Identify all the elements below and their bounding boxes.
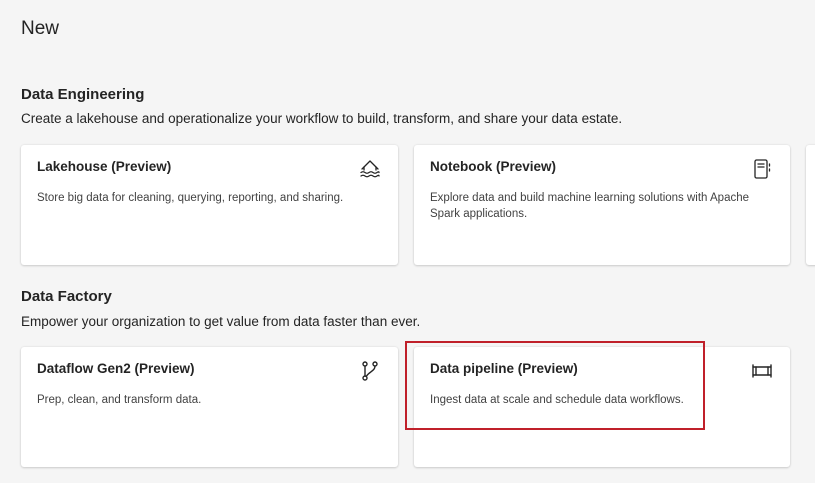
section-title-data-engineering: Data Engineering bbox=[21, 86, 145, 103]
lakehouse-card[interactable]: Lakehouse (Preview) Store big data for c… bbox=[21, 145, 398, 265]
partial-card[interactable] bbox=[806, 145, 815, 265]
notebook-icon bbox=[750, 157, 774, 181]
card-description: Prep, clean, and transform data. bbox=[37, 394, 202, 406]
card-description: Explore data and build machine learning … bbox=[430, 192, 750, 220]
section-title-data-factory: Data Factory bbox=[21, 288, 112, 305]
section-description-data-engineering: Create a lakehouse and operationalize yo… bbox=[21, 111, 623, 126]
card-title: Lakehouse (Preview) bbox=[37, 159, 172, 174]
page-title: New bbox=[21, 18, 60, 39]
card-title: Dataflow Gen2 (Preview) bbox=[37, 361, 195, 376]
card-title: Notebook (Preview) bbox=[430, 159, 557, 174]
lakehouse-icon bbox=[358, 157, 382, 181]
notebook-card[interactable]: Notebook (Preview) Explore data and buil… bbox=[414, 145, 790, 265]
card-title: Data pipeline (Preview) bbox=[430, 361, 578, 376]
dataflow-gen2-card[interactable]: Dataflow Gen2 (Preview) Prep, clean, and… bbox=[21, 347, 398, 467]
card-description: Store big data for cleaning, querying, r… bbox=[37, 192, 344, 204]
pipeline-icon bbox=[750, 359, 774, 383]
data-pipeline-card[interactable]: Data pipeline (Preview) Ingest data at s… bbox=[414, 347, 790, 467]
section-description-data-factory: Empower your organization to get value f… bbox=[21, 314, 421, 329]
dataflow-icon bbox=[358, 359, 382, 383]
card-description: Ingest data at scale and schedule data w… bbox=[430, 394, 684, 406]
